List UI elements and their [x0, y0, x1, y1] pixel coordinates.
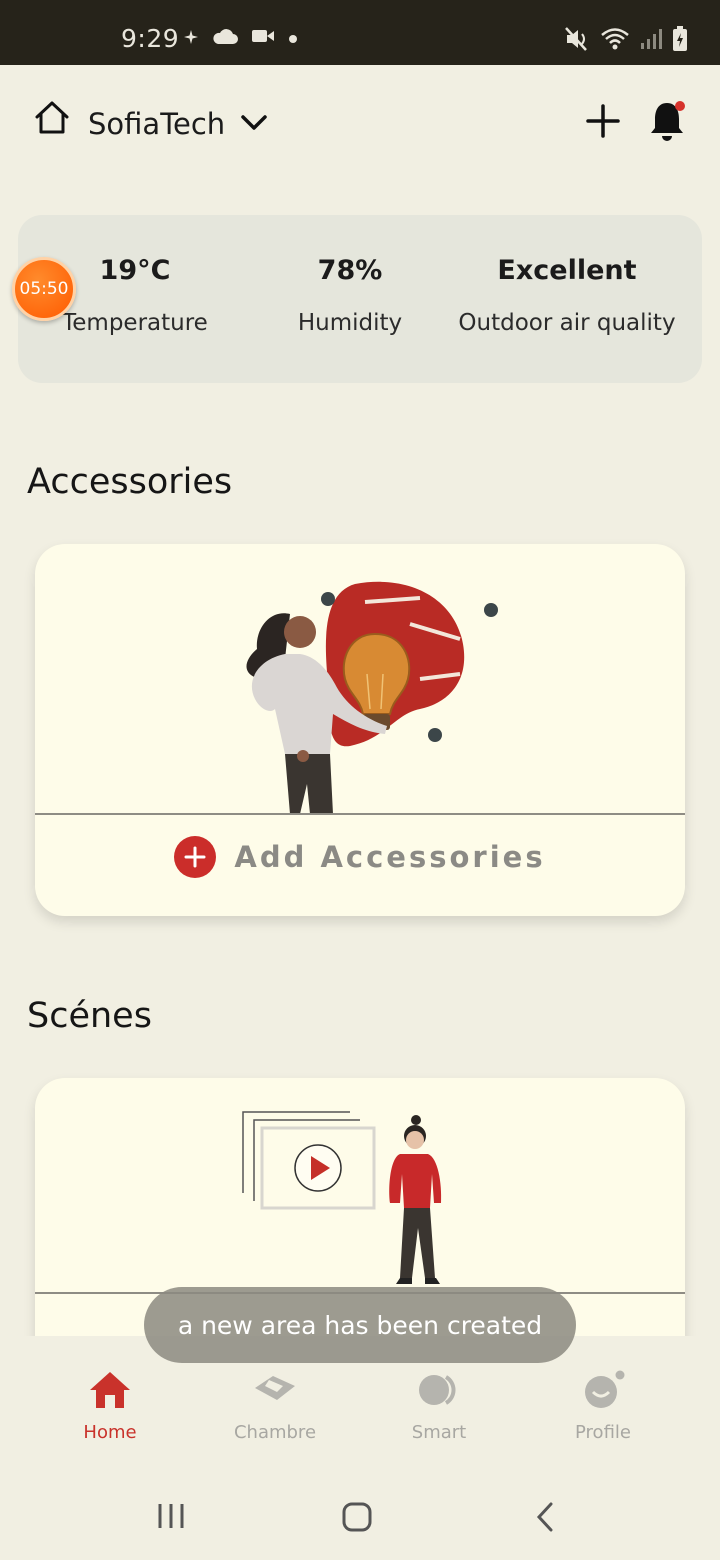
humidity-stat: 78% Humidity	[255, 255, 445, 336]
status-time: 9:29	[121, 24, 180, 53]
nav-smart[interactable]: Smart	[374, 1370, 504, 1443]
nav-chambre-label: Chambre	[233, 1422, 317, 1443]
climate-summary-card: 19°C Temperature 78% Humidity Excellent …	[18, 215, 702, 383]
dot-icon	[288, 29, 298, 48]
video-icon	[252, 28, 274, 48]
humidity-value: 78%	[317, 255, 383, 286]
home-outline-icon[interactable]	[33, 99, 71, 141]
lightbulb-illustration	[246, 581, 498, 814]
battery-icon	[672, 26, 688, 56]
timer-badge[interactable]: 05:50	[12, 257, 76, 321]
sparkle-icon	[184, 29, 198, 48]
status-bar: 9:29	[0, 0, 720, 65]
cloud-icon	[212, 28, 238, 48]
recents-icon[interactable]	[157, 1502, 185, 1534]
nav-profile[interactable]: Profile	[538, 1370, 668, 1443]
system-navigation-bar	[0, 1470, 720, 1560]
bell-icon[interactable]	[648, 99, 688, 147]
nav-profile-label: Profile	[575, 1422, 631, 1443]
toast-message: a new area has been created	[144, 1287, 576, 1363]
accessories-card[interactable]: Add Accessories	[35, 544, 685, 916]
air-quality-label: Outdoor air quality	[458, 310, 676, 336]
accessories-divider	[35, 813, 685, 815]
wifi-icon	[600, 27, 630, 55]
temperature-label: Temperature	[62, 310, 208, 336]
profile-icon	[580, 1370, 626, 1414]
nav-home[interactable]: Home	[45, 1370, 175, 1443]
humidity-label: Humidity	[297, 310, 403, 336]
nav-chambre[interactable]: Chambre	[210, 1370, 340, 1443]
status-right-icons	[564, 26, 688, 56]
mute-icon	[564, 26, 590, 56]
home-button-icon[interactable]	[342, 1502, 372, 1536]
back-icon[interactable]	[535, 1502, 555, 1536]
add-accessories-label: Add Accessories	[234, 840, 546, 874]
scenes-title: Scénes	[27, 996, 152, 1036]
room-icon	[253, 1376, 297, 1414]
air-quality-stat: Excellent Outdoor air quality	[450, 255, 684, 336]
chevron-down-icon[interactable]	[240, 113, 268, 137]
home-selector-name[interactable]: SofiaTech	[88, 107, 225, 141]
nav-smart-label: Smart	[411, 1422, 467, 1443]
smart-icon	[416, 1375, 462, 1414]
status-left-icons	[184, 28, 298, 48]
add-accessories-button[interactable]: Add Accessories	[35, 836, 685, 878]
header: SofiaTech	[0, 65, 720, 185]
add-button[interactable]	[586, 104, 620, 142]
plus-circle-icon	[174, 836, 217, 878]
scenes-illustration	[242, 1111, 442, 1284]
accessories-title: Accessories	[27, 462, 233, 502]
nav-home-label: Home	[83, 1422, 137, 1443]
home-icon	[88, 1372, 132, 1414]
air-quality-value: Excellent	[497, 255, 637, 286]
signal-icon	[640, 28, 662, 54]
